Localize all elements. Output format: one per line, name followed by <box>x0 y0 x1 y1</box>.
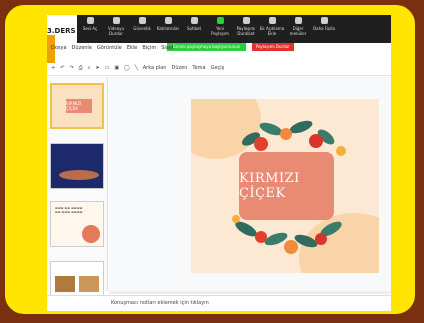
menu-view[interactable]: Görüntüle <box>97 45 122 51</box>
image-icon[interactable]: ▣ <box>114 65 119 71</box>
microphone-icon <box>86 17 94 24</box>
chat-button[interactable]: Sohbet <box>181 17 207 31</box>
share-screen-icon <box>216 17 224 24</box>
menu-bar: Dosya Düzenle Görüntüle Ekle Biçim Slayt <box>51 45 174 51</box>
pause-icon <box>242 17 250 24</box>
annotate-button[interactable]: Ek Açıklama Ekle <box>259 17 285 36</box>
new-share-button[interactable]: Yeni Paylaşım <box>207 17 233 36</box>
toolbar-theme[interactable]: Tema <box>192 65 205 71</box>
sharing-status: Ekranı paylaşmaya başlıyorsunuz <box>167 43 246 51</box>
editor-toolbar: + ↶ ↷ ⎙ ⌕ ➤ ▭ ▣ ◯ ╲ Arka plan Düzen Tema… <box>47 63 391 73</box>
people-icon <box>164 17 172 24</box>
menu-format[interactable]: Biçim <box>142 45 156 51</box>
security-button[interactable]: Güvenlik <box>129 17 155 31</box>
add-icon[interactable]: + <box>51 65 55 71</box>
toolbar-background[interactable]: Arka plan <box>143 65 167 71</box>
yellow-frame: 3.DERS Sesi Aç Videoyu Durdur Güvenlik K… <box>2 2 418 317</box>
menu-icon <box>294 17 302 24</box>
ellipsis-icon <box>320 17 328 24</box>
screen-capture: 3.DERS Sesi Aç Videoyu Durdur Güvenlik K… <box>47 15 391 311</box>
undo-icon[interactable]: ↶ <box>60 65 64 71</box>
toolbar-divider <box>47 75 391 76</box>
slide-thumbnail-3[interactable]: ▬▬▬ ▬▬ ▬▬▬▬ ▬▬ ▬▬▬ ▬▬▬▬ <box>50 201 104 247</box>
unmute-button[interactable]: Sesi Aç <box>77 17 103 31</box>
pen-icon <box>268 17 276 24</box>
menu-file[interactable]: Dosya <box>51 45 67 51</box>
cursor-icon[interactable]: ➤ <box>95 65 99 71</box>
slide-title[interactable]: KIRMIZI ÇİÇEK <box>239 152 334 220</box>
menu-slide[interactable]: Slayt <box>161 45 174 51</box>
slide-canvas: KIRMIZI ÇİÇEK <box>109 77 391 291</box>
pause-share-button[interactable]: Paylaşımı Duraklat <box>233 17 259 36</box>
current-slide[interactable]: KIRMIZI ÇİÇEK <box>191 99 379 273</box>
video-icon <box>112 17 120 24</box>
shield-icon <box>138 17 146 24</box>
photo-image <box>79 276 99 292</box>
menu-insert[interactable]: Ekle <box>127 45 138 51</box>
print-icon[interactable]: ⎙ <box>79 65 83 71</box>
toolbar-layout[interactable]: Düzen <box>171 65 187 71</box>
thumbnail-title: KIRMIZI ÇİÇEK <box>66 99 92 113</box>
toolbar-transition[interactable]: Geçiş <box>211 65 225 71</box>
participants-button[interactable]: Katılımcılar <box>155 17 181 31</box>
chat-icon <box>190 17 198 24</box>
more-button[interactable]: Daha Fazla <box>311 17 337 31</box>
stop-share-button[interactable]: Paylaşımı Durdur <box>251 43 294 51</box>
speaker-notes[interactable]: Konuşmacı notları eklemek için tıklayın <box>47 295 391 311</box>
more-menus-button[interactable]: Diğer menüler <box>285 17 311 36</box>
zoom-icon[interactable]: ⌕ <box>88 65 91 71</box>
share-status-bar: Ekranı paylaşmaya başlıyorsunuz Paylaşım… <box>167 43 294 51</box>
photo-image <box>55 276 75 292</box>
document-title[interactable]: 3.DERS <box>47 27 76 35</box>
redo-icon[interactable]: ↷ <box>69 65 73 71</box>
slide-filmstrip: KIRMIZI ÇİÇEK ▬▬▬ ▬▬ ▬▬▬▬ ▬▬ ▬▬▬ ▬▬▬▬ <box>47 77 108 307</box>
slide-thumbnail-2[interactable] <box>50 143 104 189</box>
shape-icon[interactable]: ◯ <box>124 65 130 71</box>
menu-edit[interactable]: Düzenle <box>72 45 92 51</box>
flower-image <box>82 225 100 243</box>
stop-video-button[interactable]: Videoyu Durdur <box>103 17 129 36</box>
horizontal-scrollbar[interactable] <box>109 291 391 294</box>
thumbnail-text-block: ▬▬▬ ▬▬ ▬▬▬▬ ▬▬ ▬▬▬ ▬▬▬▬ <box>55 206 83 214</box>
night-scene-image <box>59 170 99 180</box>
zoom-toolbar: Sesi Aç Videoyu Durdur Güvenlik Katılımc… <box>77 15 391 43</box>
line-icon[interactable]: ╲ <box>135 65 138 71</box>
textbox-icon[interactable]: ▭ <box>105 65 110 71</box>
slide-thumbnail-1[interactable]: KIRMIZI ÇİÇEK <box>50 83 104 129</box>
